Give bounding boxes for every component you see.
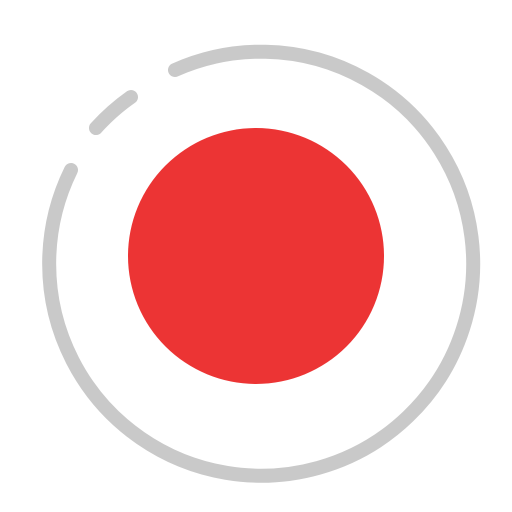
record-icon — [42, 44, 481, 483]
record-icon-canvas — [0, 0, 512, 512]
record-dot — [128, 128, 384, 384]
outer-ring-dash — [89, 90, 138, 135]
